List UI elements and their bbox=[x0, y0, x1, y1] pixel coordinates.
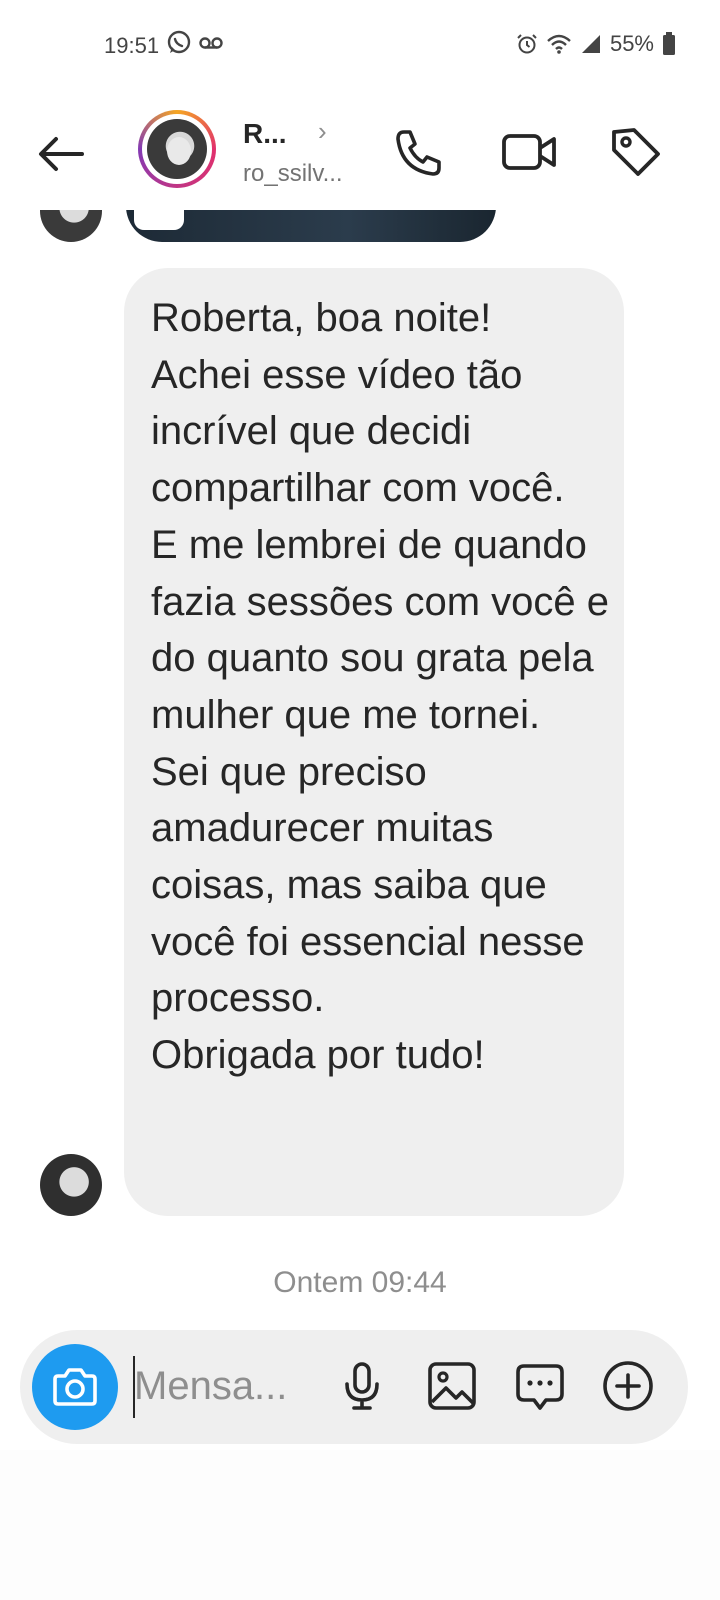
sticker-button[interactable] bbox=[512, 1358, 568, 1414]
more-button[interactable] bbox=[600, 1358, 656, 1414]
camera-icon bbox=[53, 1368, 97, 1406]
tag-icon bbox=[612, 128, 660, 176]
camera-button[interactable] bbox=[32, 1344, 118, 1430]
chevron-right-icon[interactable]: › bbox=[318, 116, 327, 147]
alarm-icon bbox=[517, 34, 537, 54]
sender-avatar bbox=[40, 210, 102, 242]
battery-icon bbox=[663, 32, 675, 55]
message-timestamp: Ontem 09:44 bbox=[273, 1266, 447, 1299]
message-composer bbox=[20, 1330, 688, 1444]
tag-button[interactable] bbox=[608, 124, 664, 180]
video-camera-icon bbox=[502, 134, 556, 170]
status-bar: 19:51 55% bbox=[0, 0, 720, 90]
status-left-icons bbox=[166, 30, 224, 56]
back-arrow-icon bbox=[39, 137, 84, 171]
signal-icon bbox=[581, 35, 600, 53]
sticker-icon bbox=[516, 1364, 564, 1410]
message-bubble[interactable]: Roberta, boa noite! Achei esse vídeo tão… bbox=[124, 268, 624, 1216]
avatar bbox=[147, 119, 207, 179]
phone-icon bbox=[396, 130, 441, 176]
battery-percent: 55% bbox=[609, 31, 654, 56]
wifi-icon bbox=[547, 34, 571, 54]
status-time: 19:51 bbox=[104, 33, 160, 58]
voicemail-icon bbox=[199, 37, 223, 49]
call-button[interactable] bbox=[390, 124, 446, 180]
contact-avatar[interactable] bbox=[138, 110, 216, 188]
message-text: Roberta, boa noite! Achei esse vídeo tão… bbox=[151, 296, 609, 1078]
shared-video-preview[interactable] bbox=[126, 210, 496, 242]
message-input[interactable] bbox=[134, 1354, 324, 1418]
status-right: 55% bbox=[516, 31, 676, 57]
message-thread[interactable]: Roberta, boa noite! Achei esse vídeo tão… bbox=[0, 210, 720, 1310]
contact-username[interactable]: ro_ssilv... bbox=[243, 160, 343, 188]
microphone-icon bbox=[345, 1362, 379, 1410]
plus-circle-icon bbox=[603, 1361, 653, 1411]
gallery-button[interactable] bbox=[424, 1358, 480, 1414]
sender-avatar[interactable] bbox=[40, 1154, 102, 1216]
chat-header: R... › ro_ssilv... bbox=[0, 100, 720, 210]
whatsapp-icon bbox=[167, 30, 191, 54]
contact-name[interactable]: R... bbox=[243, 118, 287, 150]
video-call-button[interactable] bbox=[500, 124, 556, 180]
voice-message-button[interactable] bbox=[334, 1358, 390, 1414]
back-button[interactable] bbox=[34, 126, 90, 182]
gallery-icon bbox=[428, 1362, 476, 1410]
play-icon bbox=[134, 210, 184, 230]
navigation-area bbox=[0, 1450, 720, 1600]
